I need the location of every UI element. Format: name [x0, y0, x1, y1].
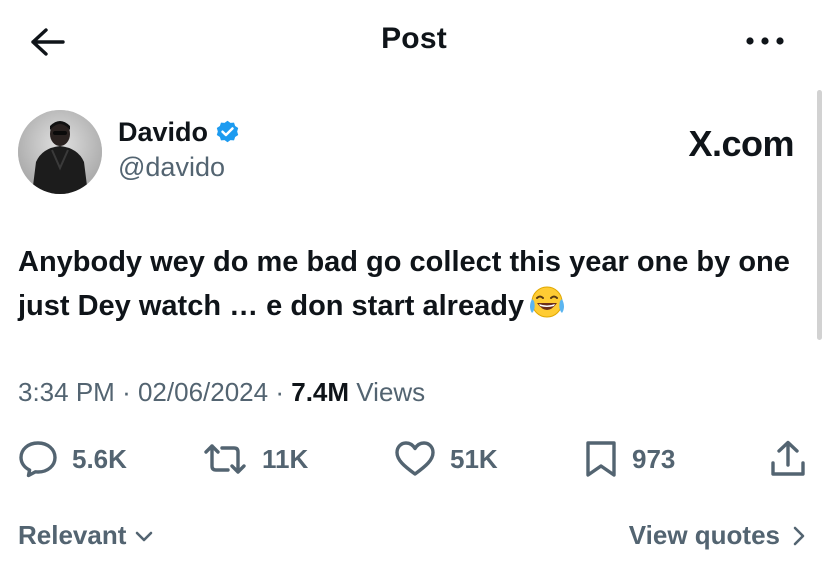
- author-handle[interactable]: @davido: [118, 152, 225, 183]
- sort-replies-dropdown[interactable]: Relevant: [18, 520, 154, 551]
- post-meta: 3:34 PM · 02/06/2024 · 7.4M Views: [18, 377, 425, 408]
- avatar-image: [18, 110, 102, 194]
- chevron-down-icon: [136, 531, 153, 541]
- more-horizontal-icon: [746, 37, 784, 45]
- post-body: Anybody wey do me bad go collect this ye…: [18, 246, 790, 322]
- view-quotes-link[interactable]: View quotes: [629, 520, 806, 551]
- replies-controls: Relevant View quotes: [0, 520, 828, 560]
- face-with-tears-of-joy-icon: [528, 285, 566, 334]
- reply-count: 5.6K: [72, 443, 127, 474]
- bookmark-count: 973: [632, 443, 676, 474]
- reply-button[interactable]: 5.6K: [18, 436, 127, 482]
- like-button[interactable]: 51K: [394, 436, 498, 482]
- views-count[interactable]: 7.4M: [291, 377, 349, 407]
- verified-badge-icon: [214, 119, 241, 146]
- repost-count: 11K: [262, 443, 309, 474]
- page-title: Post: [381, 22, 447, 55]
- avatar[interactable]: [18, 110, 102, 194]
- reply-icon: [19, 441, 57, 478]
- watermark: X.com: [688, 123, 794, 164]
- meta-separator: ·: [122, 377, 131, 407]
- share-button[interactable]: [768, 436, 808, 482]
- view-quotes-label: View quotes: [628, 520, 780, 550]
- bookmark-icon: [586, 441, 616, 477]
- meta-separator: ·: [275, 377, 285, 407]
- views-label[interactable]: Views: [356, 377, 425, 407]
- more-options-button[interactable]: [740, 26, 790, 56]
- sort-label: Relevant: [18, 520, 127, 550]
- chevron-right-icon: [793, 526, 805, 545]
- bookmark-button[interactable]: 973: [584, 436, 675, 482]
- post-date[interactable]: 02/06/2024: [138, 377, 268, 407]
- author-name[interactable]: Davido: [118, 117, 208, 148]
- like-count: 51K: [450, 443, 498, 474]
- post-text: Anybody wey do me bad go collect this ye…: [18, 240, 818, 334]
- repost-button[interactable]: 11K: [202, 436, 308, 482]
- action-bar: 5.6K 11K 51K 973: [0, 436, 828, 486]
- author-name-row[interactable]: Davido: [118, 117, 241, 148]
- share-icon: [771, 440, 805, 476]
- repost-icon: [204, 444, 246, 474]
- heart-icon: [395, 441, 435, 476]
- post-time[interactable]: 3:34 PM: [18, 377, 115, 407]
- top-bar: Post: [0, 0, 828, 84]
